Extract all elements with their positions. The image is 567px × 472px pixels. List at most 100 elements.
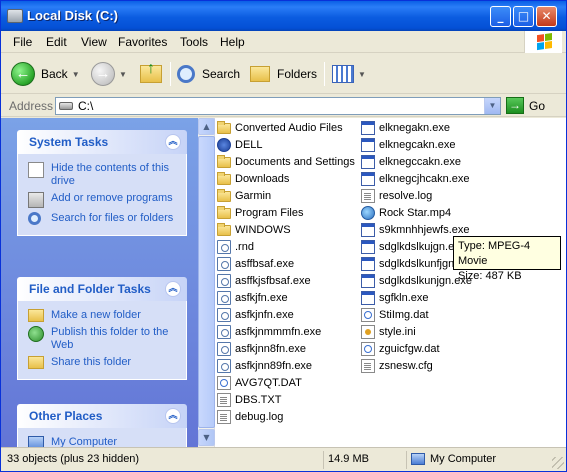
file-item[interactable]: asffkjsfbsaf.exe [217, 272, 311, 289]
address-input[interactable]: C:\ ▼ [55, 97, 501, 115]
file-item[interactable]: DELL [217, 136, 263, 153]
maximize-button[interactable]: □ [513, 6, 534, 27]
folder-icon [217, 155, 231, 168]
folders-button[interactable]: Folders [250, 60, 317, 88]
menu-view[interactable]: View [81, 35, 107, 49]
file-item[interactable]: zsnesw.cfg [361, 357, 433, 374]
file-name: Garmin [235, 189, 272, 202]
file-name: StiImg.dat [379, 308, 429, 321]
file-item[interactable]: asfkjnn8fn.exe [217, 340, 306, 357]
file-item[interactable]: DBS.TXT [217, 391, 281, 408]
my-computer-link[interactable]: My Computer [28, 436, 186, 447]
file-name: Documents and Settings [235, 155, 355, 168]
media-file-icon [361, 205, 375, 220]
file-item[interactable]: Program Files [217, 204, 303, 221]
dell-icon [217, 137, 231, 152]
share-folder-label: Share this folder [51, 356, 132, 368]
file-item[interactable]: debug.log [217, 408, 283, 425]
file-item[interactable]: Converted Audio Files [217, 119, 343, 136]
file-item[interactable]: sgfkln.exe [361, 289, 429, 306]
file-name: elknegccakn.exe [379, 155, 461, 168]
back-dropdown-icon[interactable]: ▼ [72, 70, 80, 79]
file-item[interactable]: Garmin [217, 187, 271, 204]
go-button[interactable]: → Go [506, 97, 545, 114]
file-item[interactable]: asfkjnfn.exe [217, 306, 294, 323]
unknown-file-icon [217, 358, 231, 373]
system-tasks-header[interactable]: System Tasks ︽ [17, 130, 187, 154]
file-item[interactable]: asfkjnn89fn.exe [217, 357, 312, 374]
title-bar[interactable]: Local Disk (C:) _ □ ✕ [1, 1, 566, 31]
settings-file-icon [361, 324, 375, 339]
file-item[interactable]: resolve.log [361, 187, 432, 204]
share-folder-link[interactable]: Share this folder [28, 356, 186, 369]
file-name: WINDOWS [235, 223, 291, 236]
vertical-scrollbar[interactable]: ▲ ▼ [198, 118, 215, 447]
dat-file-icon [217, 375, 231, 390]
file-item[interactable]: elknegcjhcakn.exe [361, 170, 470, 187]
file-item[interactable]: Documents and Settings [217, 153, 355, 170]
dat-file-icon [361, 341, 375, 356]
tooltip-type: Type: MPEG-4 Movie [458, 240, 531, 267]
make-new-folder-link[interactable]: Make a new folder [28, 309, 186, 322]
file-name: Converted Audio Files [235, 121, 343, 134]
file-item[interactable]: asfkjfn.exe [217, 289, 288, 306]
file-name: zguicfgw.dat [379, 342, 440, 355]
menu-favorites[interactable]: Favorites [118, 35, 167, 49]
file-item[interactable]: asffbsaf.exe [217, 255, 294, 272]
forward-button[interactable]: → ▼ [91, 60, 127, 88]
file-name: asffbsaf.exe [235, 257, 295, 270]
file-name: DBS.TXT [235, 393, 282, 406]
collapse-chevron-icon[interactable]: ︽ [165, 408, 181, 424]
file-item[interactable]: sdglkdslkunjgn.exe [361, 272, 472, 289]
minimize-button[interactable]: _ [490, 6, 511, 27]
add-remove-programs-link[interactable]: Add or remove programs [28, 192, 186, 208]
file-item[interactable]: zguicfgw.dat [361, 340, 440, 357]
file-item[interactable]: Downloads [217, 170, 289, 187]
hide-contents-link[interactable]: Hide the contents of this drive [28, 162, 186, 188]
collapse-chevron-icon[interactable]: ︽ [165, 134, 181, 150]
file-tasks-title: File and Folder Tasks [29, 282, 151, 296]
file-item[interactable]: AVG7QT.DAT [217, 374, 302, 391]
menu-file[interactable]: File [13, 35, 32, 49]
file-item[interactable]: style.ini [361, 323, 416, 340]
application-icon [361, 171, 375, 186]
other-places-header[interactable]: Other Places ︽ [17, 404, 187, 428]
file-name: style.ini [379, 325, 416, 338]
views-button[interactable]: ▼ [332, 60, 366, 88]
file-item[interactable]: .rnd [217, 238, 254, 255]
file-name: resolve.log [379, 189, 433, 202]
menu-edit[interactable]: Edit [46, 35, 67, 49]
views-dropdown-icon[interactable]: ▼ [358, 70, 366, 79]
scroll-thumb[interactable] [198, 136, 215, 428]
file-item[interactable]: asfkjnmmmfn.exe [217, 323, 321, 340]
collapse-chevron-icon[interactable]: ︽ [165, 281, 181, 297]
search-files-link[interactable]: Search for files or folders [28, 212, 186, 225]
file-item[interactable]: elknegccakn.exe [361, 153, 461, 170]
publish-folder-label: Publish this folder to the Web [51, 326, 169, 351]
up-folder-button[interactable]: ↑ [140, 60, 162, 88]
publish-folder-link[interactable]: Publish this folder to the Web [28, 326, 186, 352]
menu-tools[interactable]: Tools [180, 35, 208, 49]
explorer-window: Local Disk (C:) _ □ ✕ File Edit View Fav… [0, 0, 567, 472]
file-item[interactable]: WINDOWS [217, 221, 291, 238]
file-name: elknegakn.exe [379, 121, 450, 134]
scroll-down-icon[interactable]: ▼ [198, 429, 215, 446]
close-button[interactable]: ✕ [536, 6, 557, 27]
search-icon [28, 212, 41, 225]
file-item[interactable]: elknegcakn.exe [361, 136, 455, 153]
make-new-folder-label: Make a new folder [51, 309, 141, 321]
application-icon [361, 120, 375, 135]
file-item[interactable]: Rock Star.mp4 [361, 204, 451, 221]
address-dropdown-icon[interactable]: ▼ [484, 98, 500, 114]
file-item[interactable]: StiImg.dat [361, 306, 429, 323]
search-button[interactable]: Search [177, 60, 240, 88]
forward-dropdown-icon[interactable]: ▼ [119, 70, 127, 79]
file-tasks-header[interactable]: File and Folder Tasks ︽ [17, 277, 187, 301]
back-button[interactable]: ← Back ▼ [11, 60, 80, 88]
resize-grip-icon[interactable] [552, 457, 564, 469]
file-name: asfkjnmmmfn.exe [235, 325, 322, 338]
menu-help[interactable]: Help [220, 35, 245, 49]
file-item[interactable]: sdglkdslkujgn.exe [361, 238, 466, 255]
scroll-up-icon[interactable]: ▲ [198, 118, 215, 135]
file-item[interactable]: elknegakn.exe [361, 119, 450, 136]
